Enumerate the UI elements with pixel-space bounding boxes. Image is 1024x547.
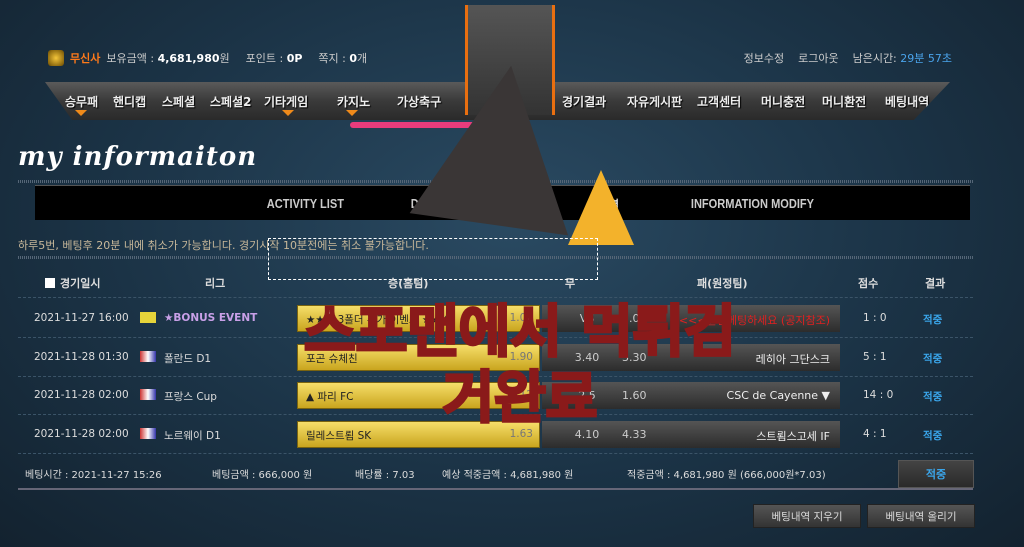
header-score: 점수 [858,277,879,290]
header-league: 리그 [205,277,226,290]
bet-time: 베팅시간 : 2021-11-27 15:26 [25,470,162,481]
balance-unit: 원 [219,52,230,65]
top-links: 정보수정 로그아웃 남은시간: 29분 57초 [744,50,952,66]
warning-triangle-icon [568,170,634,245]
nav-item[interactable]: 핸디캡 [113,93,146,110]
memo-count: 0 [349,52,358,65]
nav-item[interactable]: 승무패 [65,93,98,110]
score: 1 : 0 [863,312,887,324]
result: 적중 [923,352,943,365]
tab-activity-list[interactable]: ACTIVITY LIST [267,196,344,211]
nav-item[interactable]: 베팅내역 [885,93,929,110]
match-date: 2021-11-28 02:00 [34,427,129,440]
header-away: 패(원정팀) [697,277,748,290]
dropdown-arrow-icon [346,110,358,116]
nav-item[interactable]: 머니충전 [761,93,805,110]
match-date: 2021-11-28 01:30 [34,350,129,363]
remaining-time: 29분 57초 [900,52,952,65]
memo-label[interactable]: 쪽지 : [318,52,349,65]
nav-item[interactable]: 스페셜 [162,93,195,110]
selection-box [268,238,598,280]
nickname: 무신사 [70,52,101,65]
point: 0P [286,52,303,65]
score: 14 : 0 [863,389,894,401]
score: 5 : 1 [863,350,887,363]
remaining-label: 남은시간: [852,52,897,65]
away-team: 레히아 그단스크 [755,352,830,366]
select-all-checkbox[interactable] [45,278,55,288]
dropdown-arrow-icon [282,110,294,116]
result: 적중 [923,429,943,442]
score: 4 : 1 [863,427,887,440]
nav-item[interactable]: 스페셜2 [210,93,251,110]
header-date: 경기일시 [45,275,100,291]
divider [18,488,973,490]
dropdown-arrow-icon [75,110,87,116]
nav-item[interactable]: 카지노 [337,93,370,110]
flag-icon [140,389,156,400]
nav-item[interactable]: 자유게시판 [627,93,682,110]
post-history-button[interactable]: 베팅내역 올리기 [867,504,975,528]
flag-icon [140,427,156,439]
star-icon [140,312,156,323]
memo-unit: 개 [357,52,368,65]
divider [18,297,973,298]
balance-label: 보유금액 : [106,52,158,65]
delete-history-button[interactable]: 베팅내역 지우기 [753,504,861,528]
edit-info-link[interactable]: 정보수정 [744,50,784,66]
flag-icon [140,350,156,362]
result: 적중 [923,314,943,326]
league-name: 폴란드 D1 [164,352,212,365]
point-label: 포인트 : [245,52,287,65]
result-badge: 적중 [898,460,974,488]
nav-item[interactable]: 고객센터 [697,93,741,110]
away-team: 스트룀스고세 IF [756,429,830,443]
league-name: 프랑스 Cup [164,391,217,403]
won-amount: 적중금액 : 4,681,980 원 (666,000원*7.03) [627,470,826,481]
tab-information-modify[interactable]: INFORMATION MODIFY [691,196,814,211]
league-name: 노르웨이 D1 [164,429,221,442]
basketball-player-logo [409,54,591,236]
league-name: ★BONUS EVENT [164,312,258,324]
user-info: 무신사 보유금액 : 4,681,980원 포인트 : 0P 쪽지 : 0개 [48,50,367,66]
bet-amount: 베팅금액 : 666,000 원 [212,470,313,481]
match-date: 2021-11-28 02:00 [34,389,129,401]
balance: 4,681,980 [157,52,220,65]
expected-win: 예상 적중금액 : 4,681,980 원 [442,470,574,481]
bet-odds: 배당률 : 7.03 [355,470,415,481]
page-title: my informaiton [18,142,258,172]
logout-link[interactable]: 로그아웃 [798,50,838,66]
watermark: 스포맨에서 먹튀검거완료 [303,299,738,433]
nav-item[interactable]: 기타게임 [264,93,308,110]
vip-icon [48,50,64,66]
result: 적중 [923,391,943,403]
header-result: 결과 [925,277,946,290]
match-date: 2021-11-27 16:00 [34,312,129,324]
header-label: 경기일시 [60,277,101,290]
nav-item[interactable]: 머니환전 [822,93,866,110]
